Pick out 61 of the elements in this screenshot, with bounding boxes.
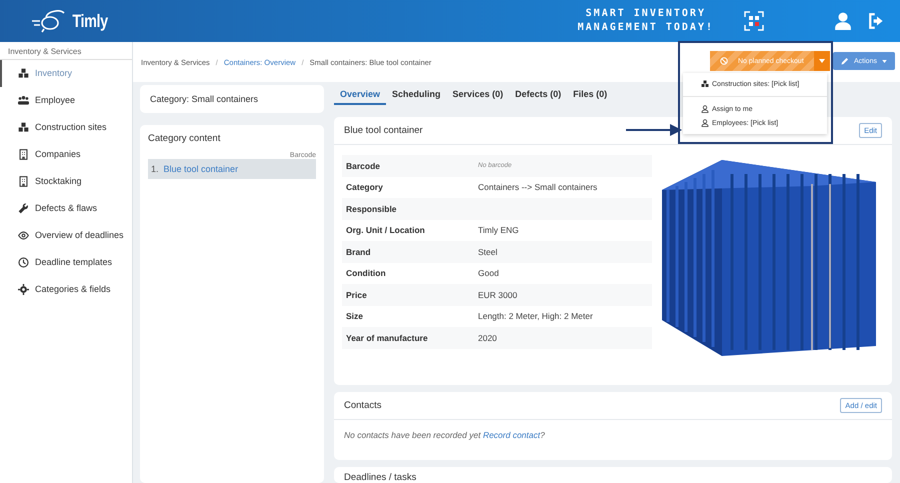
card-title: Blue tool container bbox=[344, 125, 423, 136]
eye-icon bbox=[18, 230, 29, 241]
building-icon bbox=[18, 149, 29, 160]
card-title: Deadlines / tasks bbox=[344, 472, 416, 483]
pencil-icon bbox=[841, 57, 850, 65]
boxes-icon bbox=[18, 122, 29, 133]
boxes-icon bbox=[18, 68, 29, 79]
field-label: Category bbox=[346, 182, 384, 192]
field-value: Length: 2 Meter, High: 2 Meter bbox=[478, 311, 593, 322]
field-label: Size bbox=[346, 311, 364, 322]
logo-text: Timly bbox=[72, 10, 108, 32]
clock-icon bbox=[18, 257, 29, 268]
user-icon[interactable] bbox=[834, 12, 852, 30]
card-title: Contacts bbox=[344, 400, 382, 411]
sidebar-item[interactable]: Defects & flaws bbox=[0, 195, 132, 222]
logo-icon bbox=[30, 9, 66, 33]
field-value: Containers --> Small containers bbox=[478, 182, 598, 192]
person-icon bbox=[701, 105, 709, 113]
sidebar-item[interactable]: Employee bbox=[0, 87, 132, 114]
field-label: Barcode bbox=[346, 160, 382, 171]
caret-icon bbox=[882, 60, 887, 62]
sidebar-item[interactable]: Stocktaking bbox=[0, 168, 132, 195]
field-label: Price bbox=[346, 290, 368, 300]
field-value: Steel bbox=[478, 246, 498, 257]
record-contact-link[interactable]: Record contact bbox=[482, 430, 540, 440]
prohibited-icon bbox=[720, 57, 728, 65]
sidebar-item[interactable]: Categories & fields bbox=[0, 276, 132, 303]
field-value: Good bbox=[478, 268, 499, 278]
tab[interactable]: Services (0) bbox=[446, 85, 510, 105]
category-card: Category: Small containers bbox=[140, 85, 324, 113]
sidebar-item[interactable]: Overview of deadlines bbox=[0, 222, 132, 249]
wrench-icon bbox=[18, 203, 29, 214]
slogan: SMART INVENTORY MANAGEMENT TODAY! bbox=[578, 7, 714, 35]
dropdown-toggle[interactable] bbox=[814, 51, 830, 71]
pointer-arrow bbox=[626, 124, 682, 136]
person-icon bbox=[701, 119, 709, 127]
field-value: Timly ENG bbox=[478, 225, 519, 236]
field-label: Condition bbox=[346, 268, 387, 278]
building-icon bbox=[18, 176, 29, 187]
field-label: Responsible bbox=[346, 204, 398, 214]
caret-icon bbox=[819, 59, 825, 63]
sidebar-item[interactable]: Companies bbox=[0, 141, 132, 168]
gear-icon bbox=[18, 284, 29, 295]
field-label: Brand bbox=[346, 246, 372, 257]
field-label: Year of manufacture bbox=[346, 332, 429, 343]
people-icon bbox=[18, 95, 29, 106]
field-value: EUR 3000 bbox=[478, 290, 518, 300]
sidebar-item[interactable]: Construction sites bbox=[0, 114, 132, 141]
tab[interactable]: Scheduling bbox=[386, 85, 447, 105]
qr-scan-icon[interactable] bbox=[744, 11, 764, 31]
boxes-icon bbox=[701, 80, 709, 88]
card-title: Category content bbox=[148, 133, 222, 144]
empty-message: No contacts have been recorded yet Record contact? bbox=[343, 429, 546, 442]
tab[interactable]: Overview bbox=[334, 85, 386, 105]
tab[interactable]: Files (0) bbox=[567, 85, 614, 105]
list-item[interactable]: 1. Blue tool container bbox=[148, 159, 316, 179]
sidebar-section-title: Inventory & Services bbox=[0, 45, 132, 60]
sidebar-item[interactable]: Deadline templates bbox=[0, 249, 132, 276]
tab[interactable]: Defects (0) bbox=[509, 85, 568, 105]
field-label: Org. Unit / Location bbox=[346, 225, 426, 236]
field-value: 2020 bbox=[478, 332, 497, 343]
